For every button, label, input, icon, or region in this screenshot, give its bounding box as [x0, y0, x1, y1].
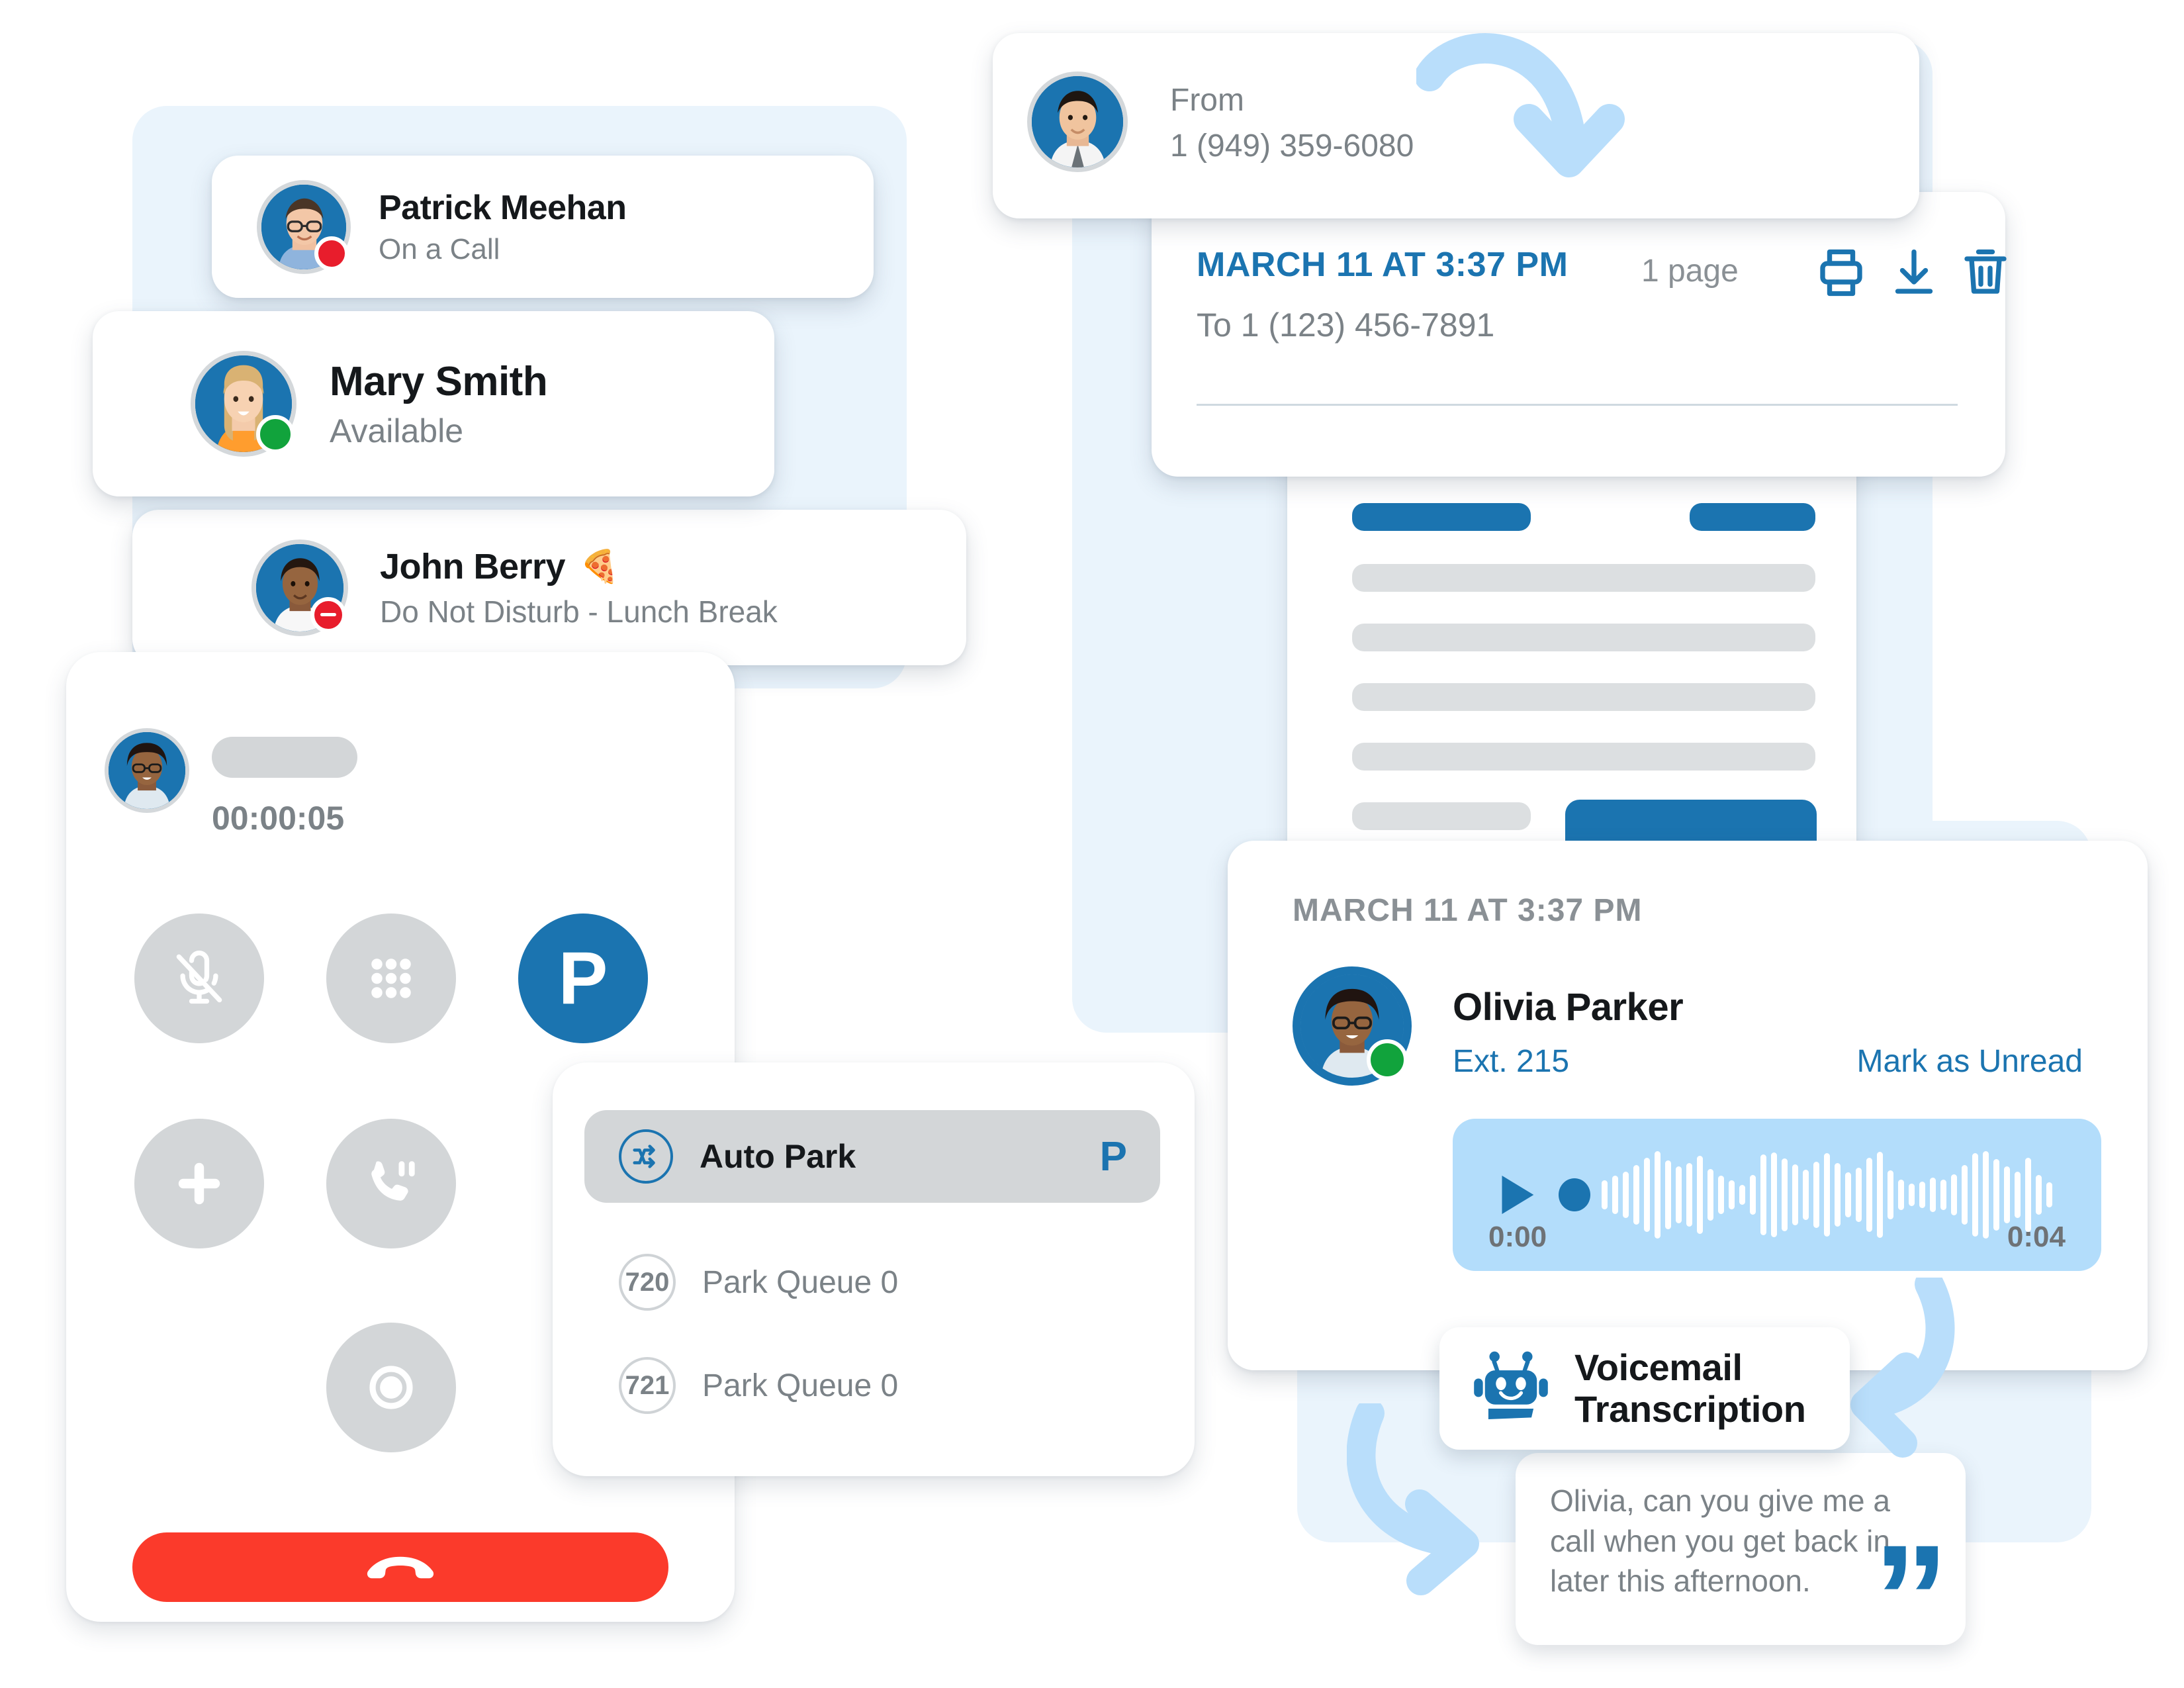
- player-duration: 0:04: [2007, 1221, 2066, 1253]
- player-current-time: 0:00: [1488, 1221, 1547, 1253]
- avatar: [105, 728, 189, 813]
- mic-off-icon: [169, 948, 230, 1009]
- playhead-handle[interactable]: [1559, 1178, 1590, 1211]
- trash-icon[interactable]: [1958, 245, 2013, 301]
- status-dot-available: [256, 415, 295, 453]
- audio-waveform[interactable]: [1602, 1149, 2052, 1241]
- contact-card-john-berry[interactable]: John Berry 🍕 Do Not Disturb - Lunch Brea…: [132, 510, 966, 665]
- divider: [1197, 404, 1958, 406]
- extension-badge: 720: [619, 1254, 676, 1311]
- voicemail-extension: Ext. 215: [1453, 1044, 1570, 1079]
- avatar: [257, 179, 351, 274]
- park-menu-item-label: Park Queue 0: [702, 1368, 899, 1403]
- record-icon: [361, 1357, 422, 1418]
- status-dot-available: [1367, 1039, 1408, 1080]
- avatar: [191, 351, 296, 457]
- end-call-button[interactable]: [132, 1532, 668, 1602]
- doc-heading-line: [1352, 503, 1531, 531]
- contact-name: Mary Smith: [330, 358, 548, 404]
- park-p-icon: P: [558, 937, 608, 1019]
- voicemail-date: MARCH 11 AT 3:37 PM: [1293, 893, 1643, 928]
- plus-icon: [167, 1152, 231, 1215]
- doc-text-line: [1352, 743, 1815, 771]
- status-dot-busy: [314, 236, 349, 271]
- avatar-photo: [109, 732, 185, 809]
- contact-card-patrick-meehan[interactable]: Patrick Meehan On a Call: [212, 156, 874, 298]
- keypad-button[interactable]: [326, 914, 456, 1043]
- badge-line-2: Transcription: [1574, 1387, 1806, 1430]
- doc-text-line: [1352, 683, 1815, 711]
- avatar: [251, 539, 348, 636]
- park-queue-menu: Auto Park P 720 Park Queue 0 721 Park Qu…: [553, 1062, 1195, 1476]
- print-icon[interactable]: [1813, 245, 1869, 301]
- fax-detail-card: MARCH 11 AT 3:37 PM To 1 (123) 456-7891 …: [1152, 192, 2007, 477]
- fax-page-count: 1 page: [1641, 254, 1739, 289]
- record-button[interactable]: [326, 1323, 456, 1452]
- contact-status: On a Call: [379, 232, 500, 265]
- pizza-emoji: 🍕: [580, 549, 619, 585]
- avatar: [1293, 966, 1412, 1086]
- caller-name-placeholder: [212, 737, 357, 778]
- phone-pause-icon: [361, 1153, 422, 1214]
- park-button[interactable]: P: [518, 914, 648, 1043]
- avatar-photo: [1032, 76, 1123, 167]
- avatar: [1027, 71, 1128, 172]
- transcription-badge-label: Voicemail Transcription: [1574, 1346, 1806, 1430]
- add-call-button[interactable]: [134, 1119, 264, 1248]
- curved-arrow-down-icon: [1416, 26, 1635, 199]
- hangup-icon: [365, 1549, 436, 1586]
- call-timer: 00:00:05: [212, 800, 345, 837]
- fax-from-number: 1 (949) 359-6080: [1170, 128, 1414, 164]
- contact-card-mary-smith[interactable]: Mary Smith Available: [93, 311, 774, 496]
- voicemail-audio-player[interactable]: 0:00 0:04: [1453, 1119, 2101, 1271]
- contact-name: Patrick Meehan: [379, 188, 627, 227]
- extension-badge: 721: [619, 1357, 676, 1414]
- park-menu-item-720[interactable]: 720 Park Queue 0: [619, 1249, 1161, 1315]
- fax-date: MARCH 11 AT 3:37 PM: [1197, 246, 1569, 284]
- fax-to-number: To 1 (123) 456-7891: [1197, 306, 1495, 344]
- doc-text-line: [1352, 802, 1531, 830]
- robot-icon: [1470, 1348, 1552, 1430]
- keypad-icon: [363, 950, 420, 1007]
- badge-line-1: Voicemail: [1574, 1346, 1743, 1388]
- park-menu-item-721[interactable]: 721 Park Queue 0: [619, 1352, 1161, 1419]
- doc-text-line: [1352, 564, 1815, 592]
- status-dot-dnd: [310, 596, 346, 633]
- voicemail-card: MARCH 11 AT 3:37 PM Olivia Parker Ext. 2…: [1228, 841, 2148, 1370]
- illustration-canvas: Patrick Meehan On a Call Mary Smith Avai…: [0, 0, 2184, 1688]
- doc-text-line: [1352, 624, 1815, 651]
- doc-heading-line: [1690, 503, 1815, 531]
- contact-status: Available: [330, 412, 464, 449]
- park-menu-item-auto-park[interactable]: Auto Park P: [584, 1110, 1160, 1203]
- contact-name: John Berry: [380, 546, 566, 586]
- mark-as-unread-link[interactable]: Mark as Unread: [1857, 1043, 2083, 1080]
- voicemail-transcription-badge: Voicemail Transcription: [1439, 1327, 1850, 1450]
- download-icon[interactable]: [1886, 245, 1942, 301]
- contact-status: Do Not Disturb - Lunch Break: [380, 594, 778, 629]
- mute-button[interactable]: [134, 914, 264, 1043]
- park-menu-item-label: Auto Park: [700, 1138, 856, 1175]
- park-badge: P: [1099, 1133, 1127, 1180]
- fax-from-label: From: [1170, 83, 1244, 118]
- voicemail-caller-name: Olivia Parker: [1453, 986, 1684, 1029]
- hold-button[interactable]: [326, 1119, 456, 1248]
- shuffle-icon: [619, 1129, 673, 1184]
- park-menu-item-label: Park Queue 0: [702, 1264, 899, 1300]
- play-button[interactable]: [1488, 1168, 1543, 1222]
- quote-mark-icon: ”: [1873, 1513, 1949, 1683]
